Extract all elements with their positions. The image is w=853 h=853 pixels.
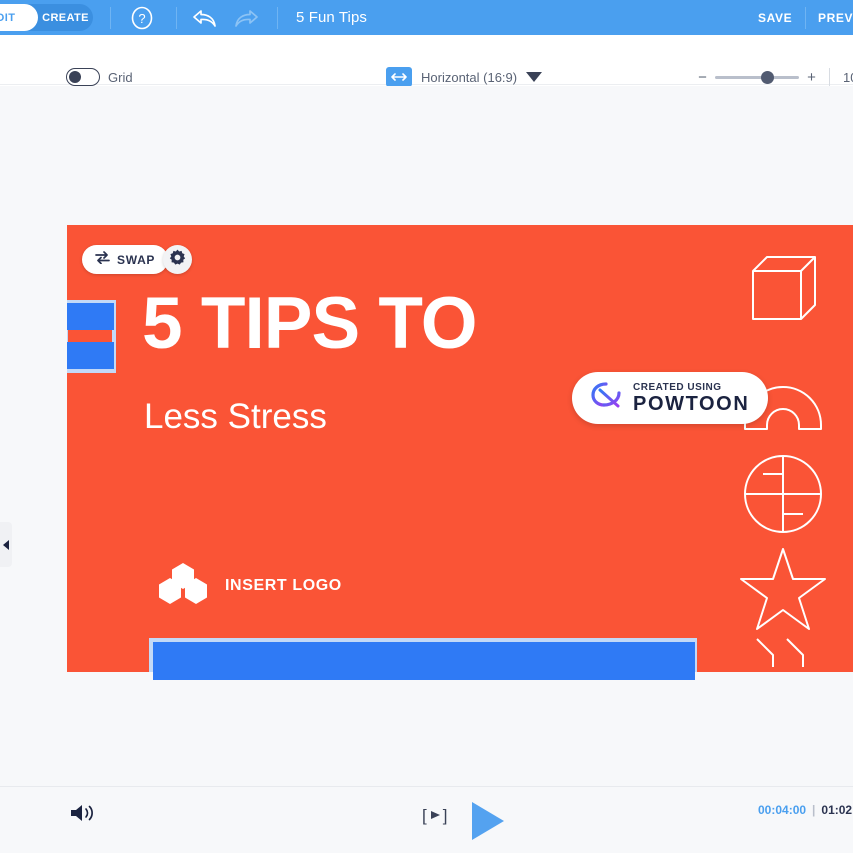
frame-bracket-left: [ — [422, 806, 427, 825]
left-panel-collapse-handle[interactable] — [0, 522, 12, 567]
redo-arrow-icon[interactable] — [233, 7, 259, 29]
accent-bar-top[interactable] — [67, 303, 114, 330]
powtoon-editor-window: EDIT CREATE ? 5 Fun Tips SAVE — [0, 0, 853, 853]
total-time-label: 01:02 — [821, 803, 853, 817]
insert-logo-label: INSERT LOGO — [225, 576, 342, 594]
grid-toggle-label: Grid — [108, 69, 133, 85]
accent-bar-bottom[interactable] — [67, 342, 114, 369]
zoom-control[interactable]: − + 100% — [698, 68, 853, 86]
aspect-ratio-selector[interactable]: Horizontal (16:9) — [386, 67, 543, 87]
document-title[interactable]: 5 Fun Tips — [296, 9, 367, 26]
slide-title-text[interactable]: 5 TIPS TO — [142, 287, 477, 360]
play-button[interactable] — [470, 800, 506, 842]
current-time-label: 00:04:00 — [758, 803, 807, 817]
zoom-out-button[interactable]: − — [698, 69, 707, 86]
gear-icon — [169, 249, 186, 271]
toolbar-divider-1 — [110, 7, 111, 29]
play-frame-icon — [429, 806, 441, 826]
mode-edit-label: EDIT — [0, 11, 16, 24]
aspect-ratio-label: Horizontal (16:9) — [421, 69, 518, 85]
bottom-accent-bar[interactable] — [153, 642, 695, 680]
help-circle-icon[interactable]: ? — [130, 6, 154, 30]
decorative-shapes-group — [735, 249, 835, 672]
chevron-left-icon — [3, 539, 9, 550]
powtoon-created-using-label: CREATED USING — [633, 382, 722, 393]
swap-arrows-icon — [95, 250, 110, 269]
swap-button[interactable]: SWAP — [82, 245, 169, 274]
zoom-slider[interactable] — [715, 70, 799, 84]
slide-canvas[interactable]: 5 TIPS TO Less Stress INSERT LOGO SWAP — [67, 225, 853, 672]
play-frame-button[interactable]: [ ] — [422, 806, 447, 826]
volume-speaker-icon[interactable] — [68, 800, 98, 826]
chevrons-outline-icon — [756, 638, 804, 667]
cube-outline-icon — [752, 256, 816, 320]
mode-create-button[interactable]: CREATE — [38, 12, 93, 24]
settings-button[interactable] — [163, 245, 192, 274]
hexagon-cluster-icon — [157, 561, 209, 610]
powtoon-brand-label: POWTOON — [633, 393, 750, 415]
zoom-percentage-label: 100% — [843, 69, 853, 85]
time-divider: | — [812, 803, 816, 817]
zoom-slider-handle[interactable] — [761, 70, 774, 84]
slide-content: 5 TIPS TO Less Stress INSERT LOGO — [67, 225, 853, 672]
toolbar-divider-4 — [805, 7, 806, 29]
grid-toggle[interactable]: Grid — [66, 68, 133, 86]
toggle-knob — [69, 71, 81, 83]
powtoon-text-group: CREATED USING POWTOON — [633, 382, 749, 414]
frame-bracket-right: ] — [442, 806, 448, 825]
swap-button-label: SWAP — [117, 252, 156, 267]
top-bar: EDIT CREATE ? 5 Fun Tips SAVE — [0, 0, 853, 35]
preview-button[interactable]: PREVIEW — [818, 11, 853, 25]
timecode-display: 00:04:00 | 01:02 — [758, 803, 852, 817]
undo-arrow-icon[interactable] — [192, 7, 218, 29]
mode-switch[interactable]: EDIT CREATE — [0, 4, 93, 31]
zoom-in-button[interactable]: + — [807, 69, 816, 86]
mode-edit-button[interactable]: EDIT — [0, 4, 38, 31]
slide-subtitle-text[interactable]: Less Stress — [144, 397, 327, 437]
logo-placeholder-group[interactable]: INSERT LOGO — [157, 561, 342, 610]
star-outline-icon — [740, 548, 826, 630]
powtoon-watermark-badge: CREATED USING POWTOON — [572, 372, 768, 424]
save-button[interactable]: SAVE — [758, 11, 792, 25]
toolbar-divider-2 — [176, 7, 177, 29]
chevron-down-icon[interactable] — [526, 72, 543, 82]
circle-notch-outline-icon — [744, 455, 822, 533]
mode-create-label: CREATE — [42, 11, 89, 24]
zoom-divider — [829, 68, 830, 86]
powtoon-swoosh-icon — [590, 381, 624, 416]
toolbar-divider-3 — [277, 7, 278, 29]
horizontal-resize-icon — [386, 67, 412, 87]
svg-text:?: ? — [138, 11, 145, 26]
grid-toggle-switch[interactable] — [66, 68, 100, 86]
